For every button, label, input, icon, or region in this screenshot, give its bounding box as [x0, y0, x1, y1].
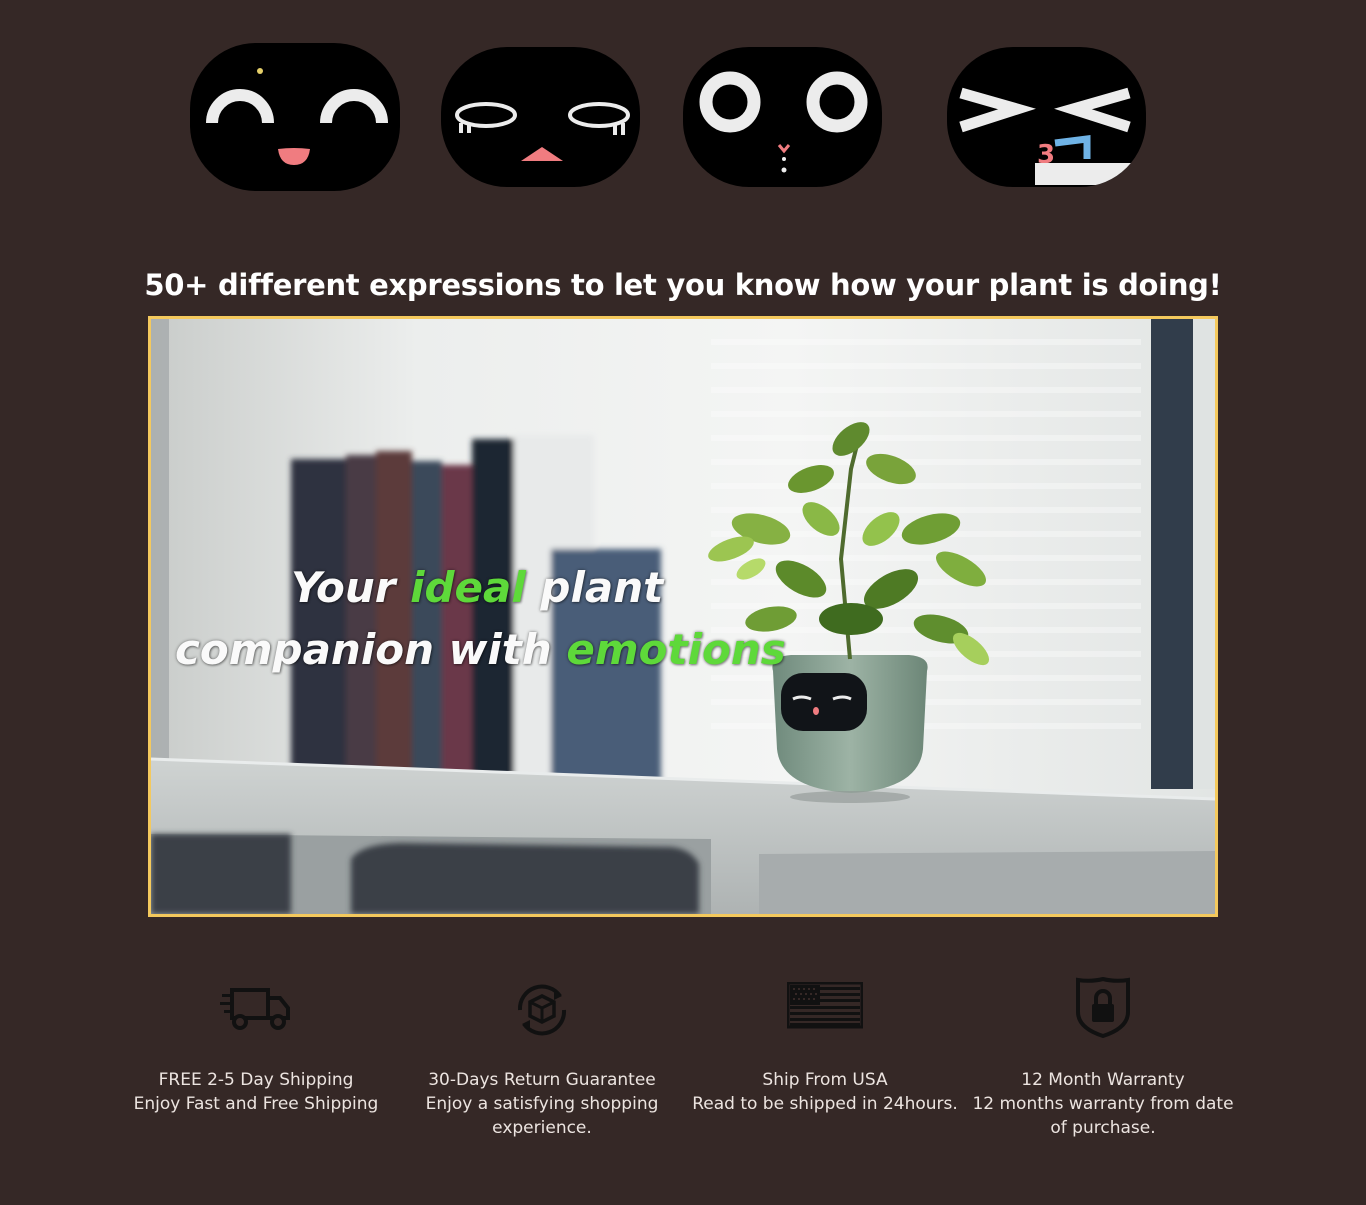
product-video[interactable]: Your ideal plant companion with emotions — [148, 316, 1218, 917]
video-caption-line-2: companion with emotions — [175, 625, 786, 674]
feature-ship-from-usa: Ship From USA Read to be shipped in 24ho… — [690, 968, 960, 1116]
feature-description: Enjoy a satisfying shopping experience. — [425, 1094, 659, 1138]
feature-title: FREE 2-5 Day Shipping — [158, 1070, 354, 1090]
feature-title: 30-Days Return Guarantee — [428, 1070, 656, 1090]
feature-warranty: 12 Month Warranty 12 months warranty fro… — [968, 968, 1238, 1140]
caption-text: companion with — [175, 625, 567, 674]
feature-title: 12 Month Warranty — [1021, 1070, 1185, 1090]
shield-lock-icon — [968, 968, 1238, 1046]
delivery-truck-icon — [121, 968, 391, 1046]
sleepy-face-expression — [441, 47, 640, 187]
feature-title: Ship From USA — [762, 1070, 888, 1090]
caption-text: Your — [291, 563, 411, 612]
video-caption-line-1: Your ideal plant — [291, 563, 663, 612]
feature-description: Read to be shipped in 24hours. — [692, 1094, 958, 1114]
caption-highlight: ideal — [410, 563, 526, 612]
return-box-icon — [407, 968, 677, 1046]
feature-description: 12 months warranty from date of purchase… — [972, 1094, 1234, 1138]
feature-return-guarantee: 30-Days Return Guarantee Enjoy a satisfy… — [407, 968, 677, 1140]
product-scene-image — [151, 319, 1215, 914]
expressions-headline: 50+ different expressions to let you kno… — [144, 268, 1222, 302]
caption-text: plant — [525, 563, 664, 612]
feature-description: Enjoy Fast and Free Shipping — [133, 1094, 379, 1114]
caption-highlight: emotions — [566, 625, 786, 674]
usa-flag-icon — [690, 968, 960, 1046]
expression-gallery: 3 — [0, 0, 1366, 240]
feature-free-shipping: FREE 2-5 Day Shipping Enjoy Fast and Fre… — [121, 968, 391, 1116]
happy-face-expression — [190, 43, 400, 191]
excited-face-expression: 3 — [947, 47, 1146, 187]
surprised-face-expression — [683, 47, 882, 187]
